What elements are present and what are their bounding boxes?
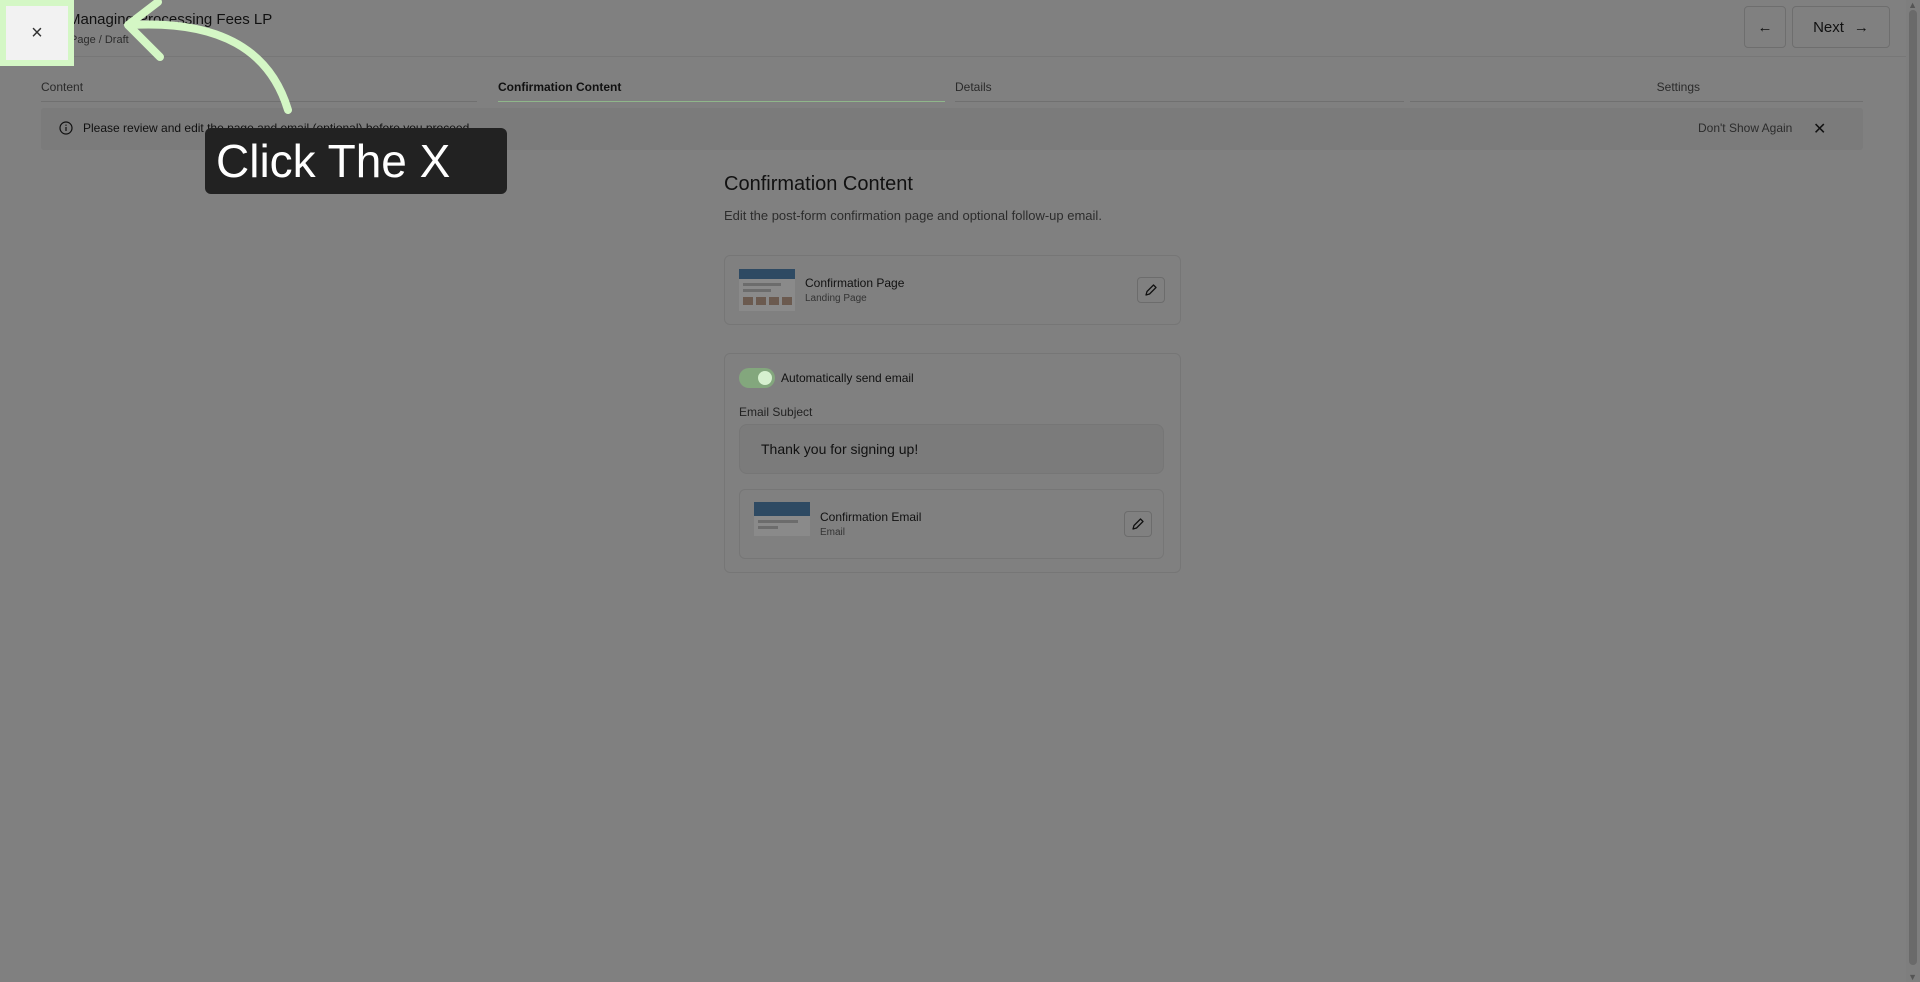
scroll-up-icon[interactable]: ▲	[1908, 0, 1917, 10]
arrow-right-icon: →	[1853, 18, 1869, 36]
next-button-label: Next	[1813, 18, 1844, 36]
auto-send-email-toggle[interactable]	[739, 368, 775, 388]
tab-details[interactable]: Details	[955, 80, 1404, 102]
callout-text: Click The X	[216, 135, 451, 187]
confirmation-email-title: Confirmation Email	[820, 510, 922, 524]
confirmation-email-card[interactable]: Confirmation Email Email	[739, 489, 1164, 559]
email-subject-label: Email Subject	[739, 405, 813, 419]
dont-show-again-link[interactable]: Don't Show Again	[1698, 121, 1792, 135]
arrow-left-icon: ←	[1757, 18, 1773, 36]
section-description: Edit the post-form confirmation page and…	[724, 208, 1102, 223]
callout-arrow-icon	[124, 0, 292, 114]
back-button[interactable]: ←	[1744, 6, 1786, 48]
email-subject-input[interactable]: Thank you for signing up!	[739, 424, 1164, 474]
pencil-icon	[1145, 284, 1157, 296]
confirmation-page-card[interactable]: Confirmation Page Landing Page	[724, 255, 1181, 325]
scrollbar-thumb[interactable]	[1909, 10, 1917, 965]
scroll-down-icon[interactable]: ▼	[1908, 972, 1917, 982]
email-settings-card: Automatically send email Email Subject T…	[724, 353, 1181, 573]
edit-confirmation-email-button[interactable]	[1124, 511, 1152, 537]
section-title: Confirmation Content	[724, 173, 913, 195]
next-button[interactable]: Next →	[1792, 6, 1890, 48]
confirmation-email-subtitle: Email	[820, 527, 846, 538]
banner-close-icon[interactable]: ✕	[1813, 119, 1826, 139]
confirmation-page-thumbnail	[739, 269, 795, 311]
confirmation-email-thumbnail	[754, 502, 810, 536]
page-scrollbar[interactable]: ▲ ▼	[1906, 0, 1920, 982]
confirmation-page-subtitle: Landing Page	[805, 293, 867, 304]
confirmation-page-title: Confirmation Page	[805, 276, 905, 290]
pencil-icon	[1132, 518, 1144, 530]
edit-confirmation-page-button[interactable]	[1137, 277, 1165, 303]
auto-send-email-label: Automatically send email	[781, 371, 914, 385]
tab-confirmation-content[interactable]: Confirmation Content	[498, 80, 945, 102]
toggle-knob	[758, 371, 772, 385]
callout-tooltip: Click The X	[205, 128, 507, 194]
tab-settings[interactable]: Settings	[1410, 80, 1863, 102]
